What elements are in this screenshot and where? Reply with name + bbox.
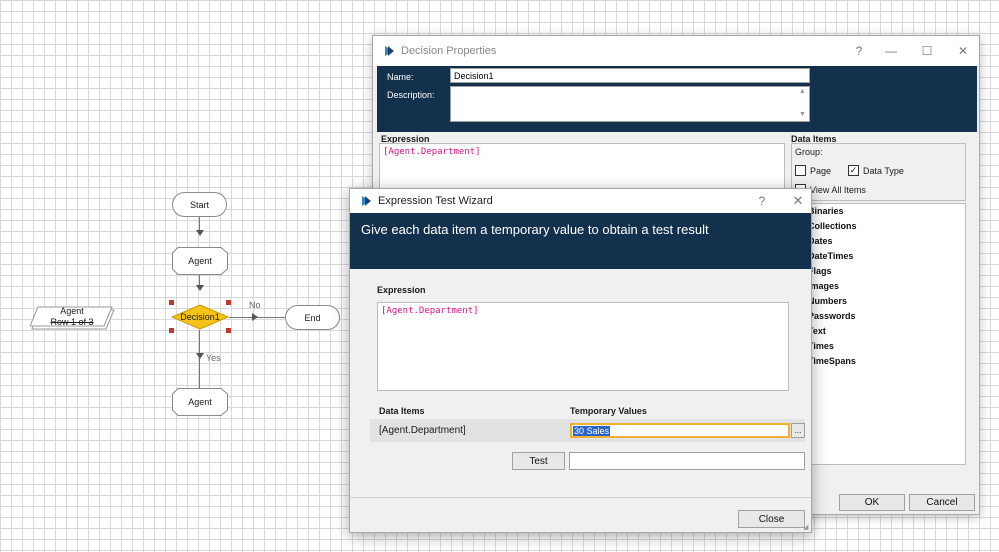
- minimize-button[interactable]: —: [880, 41, 902, 61]
- selection-handle[interactable]: [226, 328, 231, 333]
- datatype-checkbox[interactable]: ✓: [848, 165, 859, 176]
- cancel-button[interactable]: Cancel: [909, 494, 975, 511]
- name-field[interactable]: Decision1: [450, 68, 810, 83]
- resize-grip-icon[interactable]: ◢: [803, 523, 808, 531]
- app-logo-icon: [362, 196, 371, 206]
- arrow-down-icon: [196, 353, 204, 359]
- test-result-field: [569, 452, 805, 470]
- wizard-title: Expression Test Wizard: [378, 195, 493, 207]
- wizard-close-button[interactable]: ✕: [787, 191, 809, 211]
- end-node[interactable]: End: [285, 305, 340, 330]
- ellipsis-button[interactable]: ...: [791, 423, 805, 438]
- start-node[interactable]: Start: [172, 192, 227, 217]
- wizard-data-items-header: Data Items: [379, 406, 425, 416]
- selection-handle[interactable]: [226, 300, 231, 305]
- scroll-down-icon[interactable]: ▼: [799, 111, 806, 118]
- agent-top-label: Agent: [188, 256, 212, 266]
- wizard-titlebar: Expression Test Wizard ? ✕: [350, 189, 811, 213]
- test-button[interactable]: Test: [512, 452, 565, 470]
- name-label: Name:: [387, 72, 414, 82]
- close-button[interactable]: ✕: [952, 41, 974, 61]
- help-button[interactable]: ?: [848, 41, 870, 61]
- window-title: Decision Properties: [401, 45, 497, 57]
- wizard-banner-text: Give each data item a temporary value to…: [361, 222, 709, 237]
- connector-start-agent: [199, 217, 200, 231]
- datatype-checkbox-label: Data Type: [863, 166, 904, 176]
- temporary-values-header: Temporary Values: [570, 406, 647, 416]
- collection-label: Agent Row 1 of 3: [30, 306, 114, 328]
- arrow-down-icon: [196, 230, 204, 236]
- collection-name: Agent: [60, 306, 84, 316]
- expression-text: [Agent.Department]: [383, 147, 481, 157]
- group-panel: Group: Page ✓ Data Type View All Items: [791, 143, 966, 201]
- wizard-expression-header: Expression: [377, 285, 426, 295]
- tree-item[interactable]: Binaries: [808, 206, 844, 216]
- arrow-right-icon: [252, 313, 258, 321]
- agent-bottom-label: Agent: [188, 397, 212, 407]
- titlebar: Decision Properties ? — ☐ ✕: [373, 36, 979, 66]
- temp-value-text: 30 Sales: [573, 426, 611, 436]
- data-item-name: [Agent.Department]: [379, 425, 466, 436]
- selection-handle[interactable]: [169, 300, 174, 305]
- tree-item[interactable]: Numbers: [808, 296, 847, 306]
- wizard-expression-text: [Agent.Department]: [381, 306, 479, 316]
- wizard-banner: Give each data item a temporary value to…: [350, 213, 811, 269]
- collection-row: Row 1 of 3: [50, 317, 94, 327]
- view-all-label: View All Items: [810, 185, 866, 195]
- tree-item[interactable]: TimeSpans: [808, 356, 856, 366]
- selection-handle[interactable]: [169, 328, 174, 333]
- tree-item[interactable]: Passwords: [808, 311, 856, 321]
- wizard-footer-divider: [350, 497, 811, 498]
- description-label: Description:: [387, 90, 435, 100]
- wizard-expression-editor[interactable]: [Agent.Department]: [377, 302, 789, 391]
- tree-item[interactable]: DateTimes: [808, 251, 853, 261]
- no-label: No: [249, 300, 261, 310]
- close-button[interactable]: Close: [738, 510, 805, 528]
- maximize-button[interactable]: ☐: [916, 41, 938, 61]
- end-label: End: [304, 312, 321, 323]
- expression-test-wizard: Expression Test Wizard ? ✕ Give each dat…: [349, 188, 812, 533]
- tree-item[interactable]: Collections: [808, 221, 857, 231]
- header-panel: Name: Decision1 Description: ▲ ▼: [377, 66, 977, 132]
- group-label: Group:: [795, 147, 823, 157]
- arrow-down-icon: [196, 285, 204, 291]
- description-field[interactable]: [450, 86, 810, 122]
- app-logo-icon: [385, 46, 394, 56]
- wizard-help-button[interactable]: ?: [751, 191, 773, 211]
- ok-button[interactable]: OK: [839, 494, 905, 511]
- start-label: Start: [189, 199, 209, 210]
- decision-label: Decision1: [180, 312, 220, 322]
- scroll-up-icon[interactable]: ▲: [799, 88, 806, 95]
- page-checkbox[interactable]: [795, 165, 806, 176]
- connector-decision-agent: [199, 330, 200, 388]
- yes-label: Yes: [206, 353, 221, 363]
- temp-value-input[interactable]: 30 Sales: [570, 423, 790, 438]
- tree-item[interactable]: Images: [808, 281, 839, 291]
- page-checkbox-label: Page: [810, 166, 832, 176]
